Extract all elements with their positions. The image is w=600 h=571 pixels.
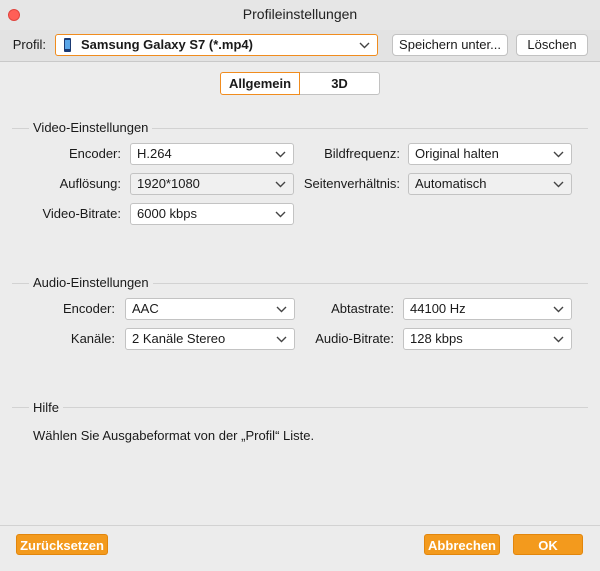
profile-label: Profil:: [12, 37, 46, 52]
video-bitrate-value: 6000 kbps: [137, 206, 197, 221]
chevron-down-icon: [553, 181, 564, 188]
window-title: Profileinstellungen: [242, 6, 358, 22]
video-section-title: Video-Einstellungen: [29, 120, 153, 135]
video-bitrate-select[interactable]: 6000 kbps: [130, 203, 294, 225]
delete-button[interactable]: Löschen: [516, 34, 588, 56]
chevron-down-icon: [275, 211, 286, 218]
help-section-title: Hilfe: [29, 400, 64, 415]
audio-encoder-label: Encoder:: [62, 301, 115, 316]
chevron-down-icon: [275, 181, 286, 188]
audio-bitrate-label: Audio-Bitrate:: [315, 331, 394, 346]
chevron-down-icon: [553, 151, 564, 158]
audio-section-title: Audio-Einstellungen: [29, 275, 153, 290]
profile-value: Samsung Galaxy S7 (*.mp4): [81, 37, 253, 52]
audio-encoder-select[interactable]: AAC: [125, 298, 295, 320]
resolution-label: Auflösung:: [59, 176, 121, 191]
phone-icon: [64, 38, 71, 52]
samplerate-label: Abtastrate:: [331, 301, 394, 316]
tab-general[interactable]: Allgemein: [220, 72, 300, 95]
framerate-select[interactable]: Original halten: [408, 143, 572, 165]
framerate-value: Original halten: [415, 146, 499, 161]
aspect-ratio-select[interactable]: Automatisch: [408, 173, 572, 195]
tab-3d[interactable]: 3D: [300, 72, 380, 95]
profile-select[interactable]: Samsung Galaxy S7 (*.mp4): [55, 34, 378, 56]
chevron-down-icon: [276, 306, 287, 313]
aspect-ratio-label: Seitenverhältnis:: [303, 176, 400, 191]
video-encoder-select[interactable]: H.264: [130, 143, 294, 165]
save-as-button[interactable]: Speichern unter...: [392, 34, 508, 56]
chevron-down-icon: [276, 336, 287, 343]
chevron-down-icon: [275, 151, 286, 158]
help-section-divider: [12, 407, 588, 408]
footer-divider: [0, 525, 600, 526]
resolution-value: 1920*1080: [137, 176, 200, 191]
video-encoder-value: H.264: [137, 146, 172, 161]
samplerate-value: 44100 Hz: [410, 301, 466, 316]
channels-label: Kanäle:: [70, 331, 115, 346]
reset-button[interactable]: Zurücksetzen: [16, 534, 108, 555]
cancel-button[interactable]: Abbrechen: [424, 534, 500, 555]
audio-bitrate-value: 128 kbps: [410, 331, 463, 346]
aspect-ratio-value: Automatisch: [415, 176, 487, 191]
video-bitrate-label: Video-Bitrate:: [42, 206, 121, 221]
framerate-label: Bildfrequenz:: [324, 146, 400, 161]
help-text: Wählen Sie Ausgabeformat von der „Profil…: [33, 428, 315, 443]
chevron-down-icon: [359, 42, 370, 49]
chevron-down-icon: [553, 306, 564, 313]
chevron-down-icon: [553, 336, 564, 343]
channels-select[interactable]: 2 Kanäle Stereo: [125, 328, 295, 350]
samplerate-select[interactable]: 44100 Hz: [403, 298, 572, 320]
audio-encoder-value: AAC: [132, 301, 159, 316]
video-encoder-label: Encoder:: [68, 146, 121, 161]
audio-bitrate-select[interactable]: 128 kbps: [403, 328, 572, 350]
ok-button[interactable]: OK: [513, 534, 583, 555]
resolution-select[interactable]: 1920*1080: [130, 173, 294, 195]
channels-value: 2 Kanäle Stereo: [132, 331, 226, 346]
